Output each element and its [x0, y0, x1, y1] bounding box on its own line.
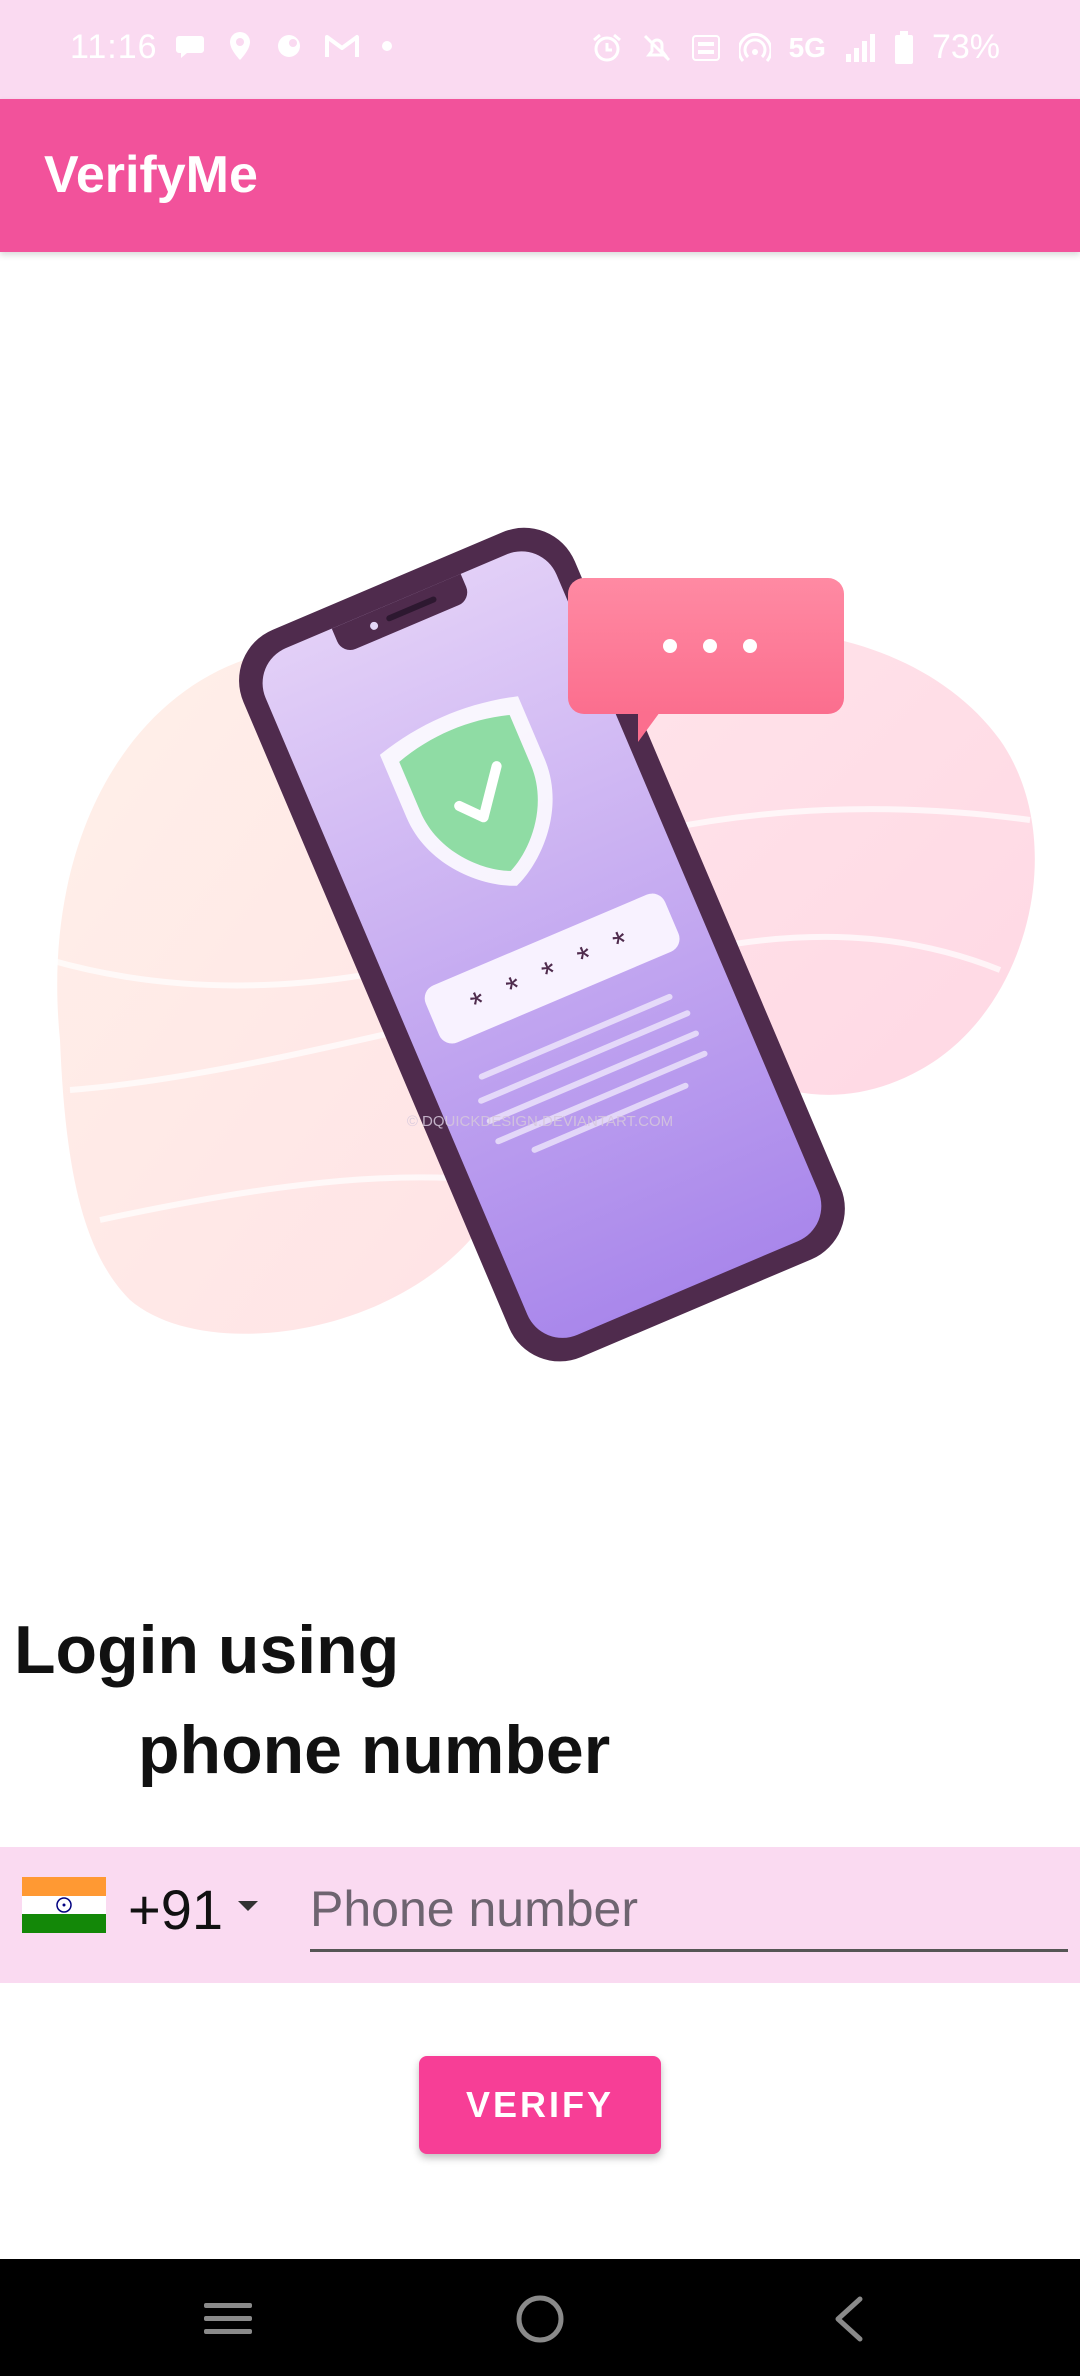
login-heading: Login using phone number — [14, 1600, 1064, 1800]
navigation-bar — [0, 2259, 1080, 2376]
app-icon — [278, 35, 300, 57]
gmail-icon — [325, 35, 359, 57]
heading-line-2: phone number — [138, 1712, 611, 1788]
status-time: 11:16 — [70, 28, 158, 66]
network-type: 5G — [788, 31, 826, 63]
status-bar: 11:16 5G 73% — [0, 0, 1080, 99]
back-icon[interactable] — [818, 2287, 882, 2351]
phone-number-input[interactable] — [310, 1869, 1068, 1952]
watermark-text: © DQUICKDESIGN.DEVIANTART.COM — [407, 1113, 673, 1130]
lte-icon — [691, 34, 720, 61]
bell-off-icon — [643, 34, 670, 61]
dot-icon — [382, 41, 392, 51]
hotspot-icon — [738, 32, 771, 62]
india-flag-icon[interactable] — [22, 1877, 106, 1933]
app-bar: VerifyMe — [0, 99, 1080, 252]
app-title: VerifyMe — [44, 146, 258, 204]
verify-button[interactable]: VERIFY — [419, 2056, 661, 2154]
phone-verification-illustration: * * * * * © DQUICKDESIGN.DEVIANTART.COM — [49, 527, 1035, 1362]
menu-icon[interactable] — [196, 2287, 260, 2351]
phone-input-row: +91 — [0, 1847, 1080, 1983]
chat-icon — [176, 36, 204, 58]
alarm-icon — [592, 33, 621, 61]
country-code[interactable]: +91 — [128, 1877, 223, 1942]
battery-percent: 73% — [931, 28, 1000, 66]
heading-line-1: Login using — [14, 1612, 400, 1688]
location-icon — [230, 32, 250, 60]
battery-icon — [894, 30, 913, 64]
home-icon[interactable] — [508, 2287, 572, 2351]
dropdown-arrow-icon[interactable] — [236, 1899, 260, 1913]
signal-icon — [845, 33, 875, 62]
system-status-icons: 5G 73% — [591, 28, 1000, 67]
notification-icons — [175, 30, 393, 62]
